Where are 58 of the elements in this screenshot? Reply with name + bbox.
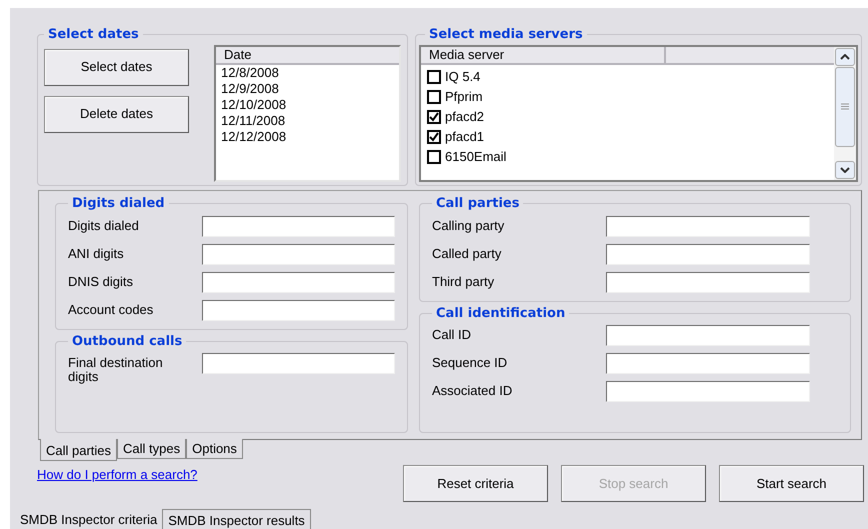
input-field[interactable] <box>202 353 395 374</box>
scroll-thumb[interactable] <box>835 66 855 146</box>
field-label: Digits dialed <box>68 216 140 232</box>
input-field[interactable] <box>202 244 395 264</box>
group-title: Select media servers <box>428 26 584 44</box>
input-field[interactable] <box>202 272 395 292</box>
field-label: Call ID <box>432 326 472 342</box>
group-title: Digits dialed <box>71 195 166 213</box>
action-button[interactable]: Start search <box>719 465 864 502</box>
tab[interactable]: SMDB Inspector results <box>162 509 311 529</box>
tab[interactable]: Options <box>186 439 243 459</box>
checkbox[interactable] <box>427 130 441 144</box>
group-title: Call parties <box>435 195 520 213</box>
input-field[interactable] <box>606 353 810 374</box>
checkbox[interactable] <box>427 110 441 124</box>
input-field[interactable] <box>202 216 395 236</box>
checkbox[interactable] <box>427 150 441 164</box>
field-label: Third party <box>432 272 496 288</box>
help-link[interactable]: How do I perform a search? <box>37 465 403 484</box>
input-field[interactable] <box>606 216 810 236</box>
date-item[interactable]: 12/10/2008 <box>216 96 399 112</box>
column-header: Media server <box>421 46 666 62</box>
field-label: Associated ID <box>432 382 514 398</box>
field-label: Calling party <box>432 216 506 232</box>
action-button[interactable]: Select dates <box>44 48 189 86</box>
tab[interactable]: Call types <box>117 439 186 459</box>
input-field[interactable] <box>606 325 810 346</box>
server-name: Pfprim <box>445 89 483 104</box>
input-field[interactable] <box>606 381 810 402</box>
scrollbar[interactable] <box>834 46 856 180</box>
field-label: DNIS digits <box>68 272 134 288</box>
scroll-down-icon[interactable] <box>835 161 855 179</box>
date-item[interactable]: 12/12/2008 <box>216 128 399 144</box>
tab[interactable]: Call parties <box>40 439 118 461</box>
field-label: Account codes <box>68 300 154 316</box>
group-title: Outbound calls <box>71 332 184 350</box>
date-item[interactable]: 12/9/2008 <box>216 80 399 96</box>
input-field[interactable] <box>606 244 810 264</box>
group-title: Call identification <box>435 304 566 322</box>
group-title: Select dates <box>47 26 140 44</box>
scroll-up-icon[interactable] <box>835 48 855 66</box>
column-header: Date <box>216 46 399 64</box>
action-button[interactable]: Reset criteria <box>403 465 548 502</box>
input-field[interactable] <box>606 272 810 292</box>
field-label: ANI digits <box>68 244 125 260</box>
date-item[interactable]: 12/11/2008 <box>216 112 399 128</box>
action-button[interactable]: Delete dates <box>44 96 189 132</box>
input-field[interactable] <box>202 300 395 320</box>
field-label: Sequence ID <box>432 354 508 370</box>
date-item[interactable]: 12/8/2008 <box>216 64 399 80</box>
server-name: 6150Email <box>445 149 506 164</box>
server-name: pfacd2 <box>445 109 484 124</box>
field-label: Final destination digits <box>68 354 164 384</box>
checkbox[interactable] <box>427 90 441 104</box>
field-label: Called party <box>432 244 502 260</box>
checkbox[interactable] <box>427 70 441 84</box>
server-name: pfacd1 <box>445 129 484 144</box>
server-name: IQ 5.4 <box>445 69 480 84</box>
